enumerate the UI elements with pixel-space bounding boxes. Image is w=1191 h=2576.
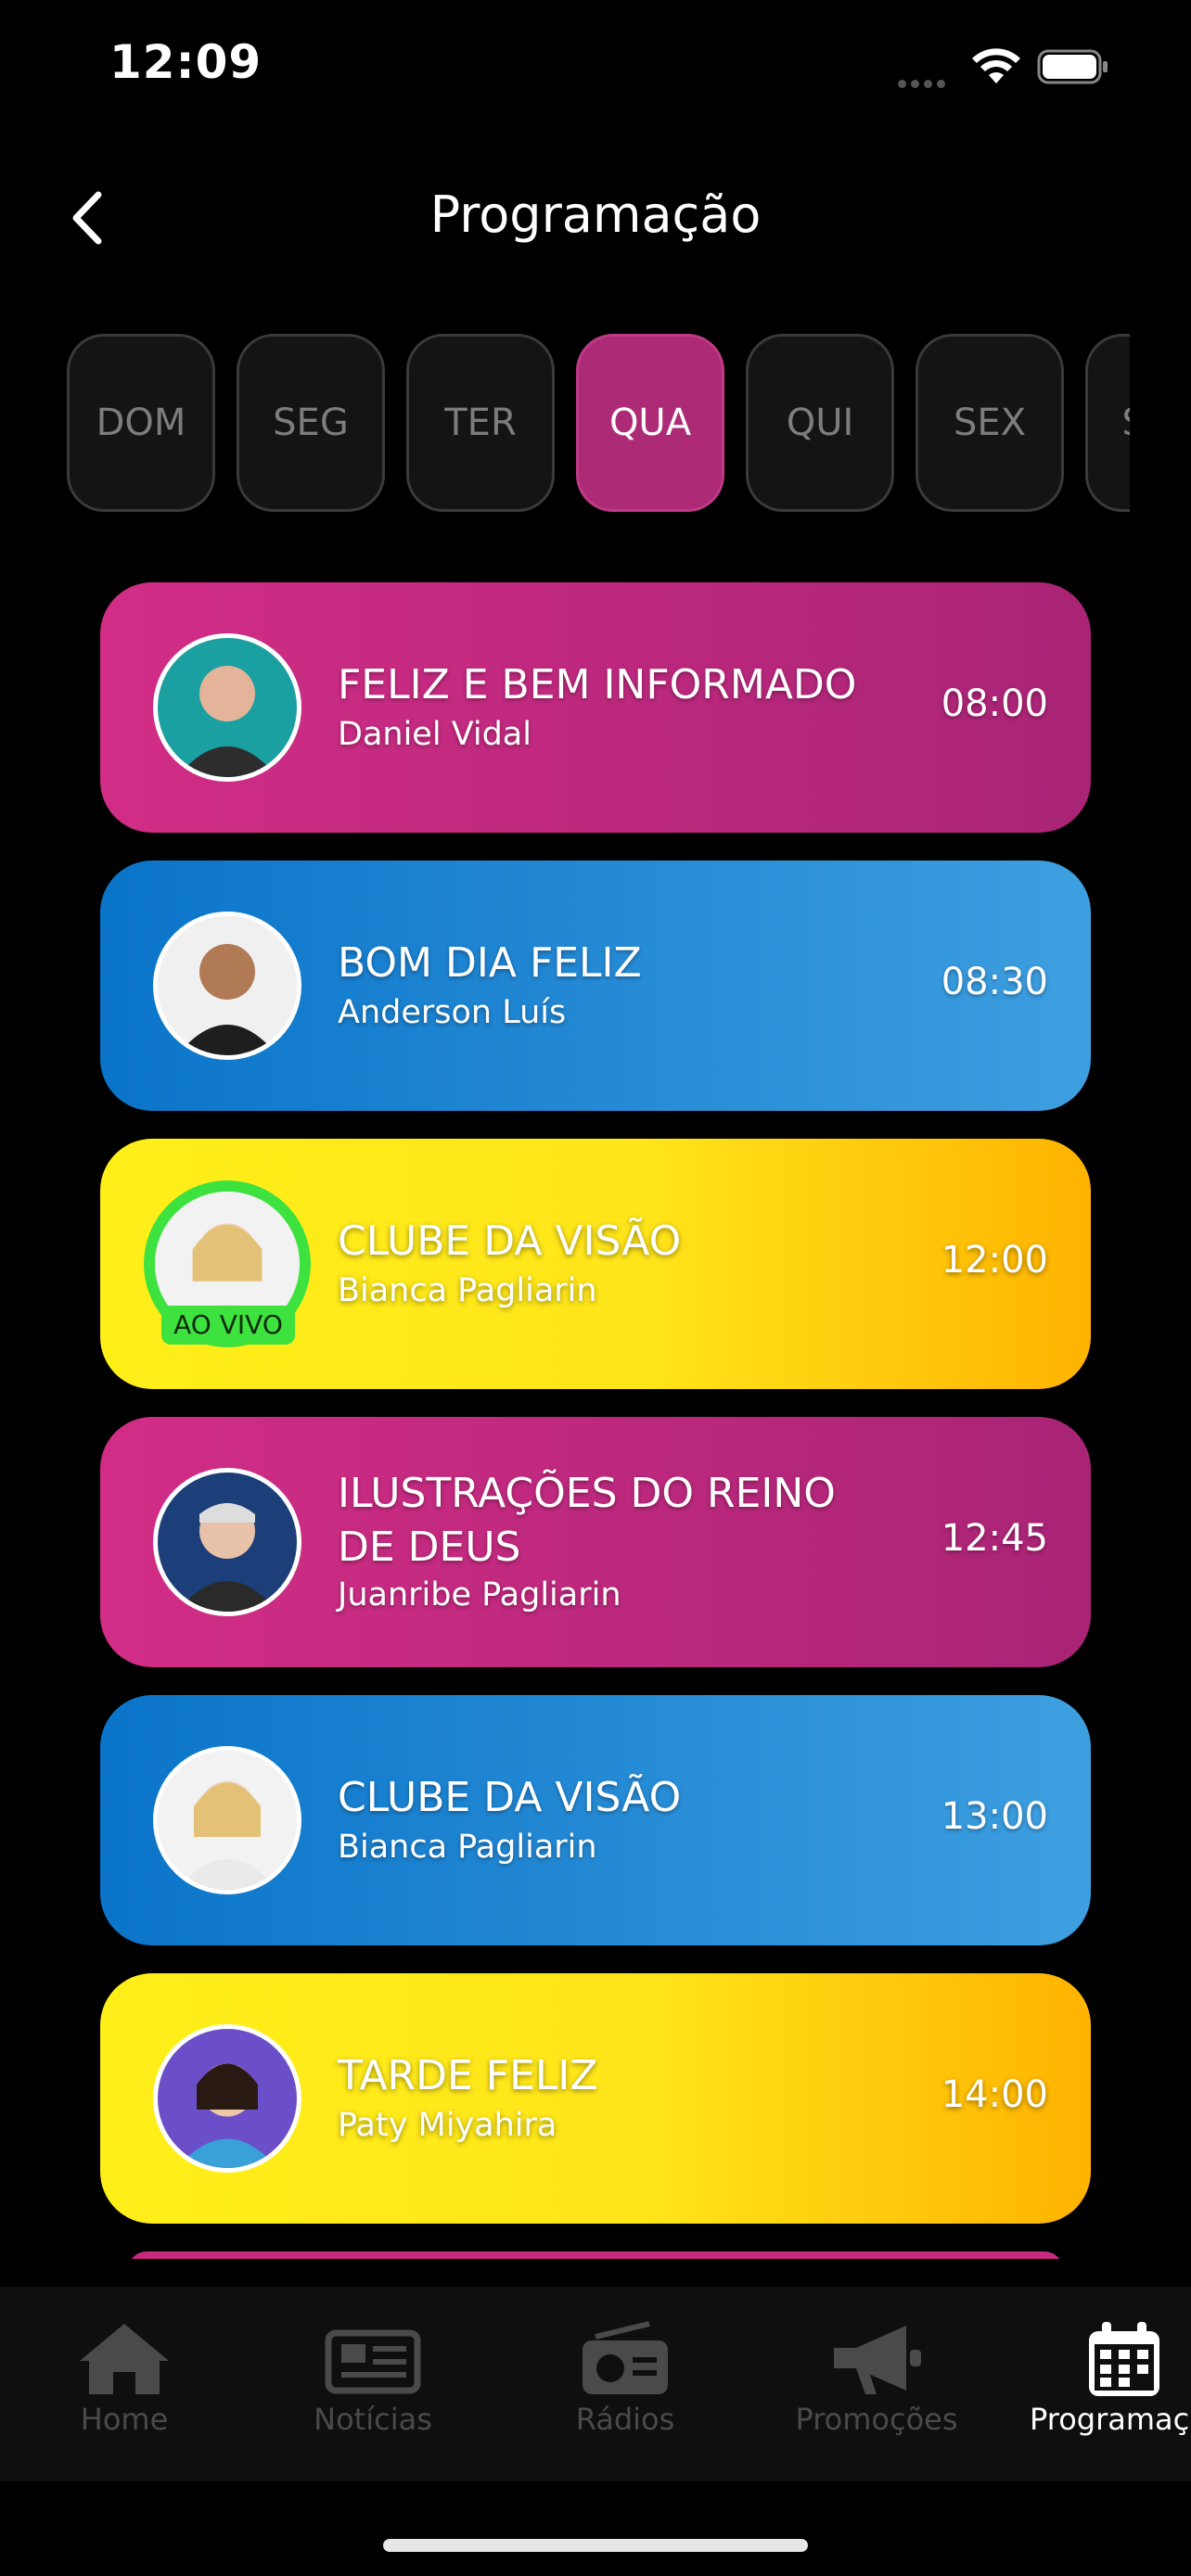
battery-icon	[1037, 49, 1108, 84]
live-badge: AO VIVO	[161, 1306, 295, 1345]
radio-icon	[583, 2321, 668, 2394]
host-avatar	[153, 1468, 301, 1616]
program-title: BOM DIA FELIZ	[338, 939, 642, 987]
tab-label: Programação	[1030, 2402, 1191, 2437]
program-time: 13:00	[941, 1795, 1048, 1838]
cellular-signal-icon	[898, 74, 950, 92]
host-avatar	[153, 912, 301, 1060]
page-title: Programação	[429, 185, 762, 244]
program-time: 08:30	[941, 961, 1048, 1003]
home-icon	[80, 2324, 169, 2394]
tab-label: Promoções	[795, 2402, 958, 2437]
program-host: Juanribe Pagliarin	[338, 1576, 621, 1613]
tab-noticias[interactable]: Notícias	[282, 2287, 464, 2444]
program-card[interactable]: BOM DIA FELIZ Anderson Luís 08:30	[100, 861, 1091, 1111]
day-tab-dom[interactable]: DOM	[67, 334, 215, 512]
program-card[interactable]: TARDE FELIZ Paty Miyahira 14:00	[100, 1973, 1091, 2224]
program-list: FELIZ E BEM INFORMADO Daniel Vidal 08:00…	[100, 582, 1091, 2259]
home-indicator	[383, 2539, 808, 2552]
megaphone-icon	[834, 2326, 921, 2394]
program-title: CLUBE DA VISÃO	[338, 1774, 682, 1821]
program-title: ILUSTRAÇÕES DO REINO DE DEUS	[338, 1470, 836, 1571]
program-card-partial[interactable]	[128, 2251, 1063, 2259]
host-avatar	[153, 2024, 301, 2173]
tab-promocoes[interactable]: Promoções	[779, 2287, 974, 2444]
program-title: TARDE FELIZ	[338, 2052, 598, 2099]
program-host: Daniel Vidal	[338, 716, 531, 753]
status-time: 12:09	[109, 35, 263, 89]
day-tab-ter[interactable]: TER	[406, 334, 555, 512]
program-card[interactable]: FELIZ E BEM INFORMADO Daniel Vidal 08:00	[100, 582, 1091, 833]
program-time: 14:00	[941, 2073, 1048, 2116]
program-host: Bianca Pagliarin	[338, 1272, 597, 1309]
day-tab-sab[interactable]: SAB	[1085, 334, 1130, 512]
program-host: Bianca Pagliarin	[338, 1829, 597, 1866]
program-title: FELIZ E BEM INFORMADO	[338, 661, 857, 708]
day-tab-seg[interactable]: SEG	[237, 334, 385, 512]
program-card[interactable]: AO VIVO CLUBE DA VISÃO Bianca Pagliarin …	[100, 1139, 1091, 1389]
wifi-icon	[972, 48, 1020, 83]
newspaper-icon	[325, 2329, 421, 2394]
program-time: 12:00	[941, 1239, 1048, 1282]
tab-bar: Home Notícias Rádios Promoções Programaç	[0, 2287, 1191, 2481]
program-host: Paty Miyahira	[338, 2107, 557, 2144]
program-host: Anderson Luís	[338, 994, 567, 1031]
day-selector: DOM SEG TER QUA QUI SEX SAB	[67, 334, 1130, 516]
host-avatar	[153, 633, 301, 782]
tab-radios[interactable]: Rádios	[534, 2287, 716, 2444]
day-tab-qui[interactable]: QUI	[746, 334, 894, 512]
program-card[interactable]: CLUBE DA VISÃO Bianca Pagliarin 13:00	[100, 1695, 1091, 1945]
tab-programacao[interactable]: Programação	[1028, 2287, 1191, 2444]
tab-label: Rádios	[575, 2402, 675, 2437]
calendar-icon	[1089, 2322, 1159, 2396]
program-card[interactable]: ILUSTRAÇÕES DO REINO DE DEUS Juanribe Pa…	[100, 1417, 1091, 1667]
program-time: 12:45	[941, 1517, 1048, 1560]
tab-label: Notícias	[314, 2402, 432, 2437]
tab-label: Home	[80, 2402, 169, 2437]
day-tab-qua[interactable]: QUA	[576, 334, 724, 512]
host-avatar	[153, 1746, 301, 1894]
program-time: 08:00	[941, 682, 1048, 725]
status-bar: 12:09	[0, 0, 1191, 139]
program-title: CLUBE DA VISÃO	[338, 1218, 682, 1265]
tab-home[interactable]: Home	[33, 2287, 215, 2444]
day-tab-sex[interactable]: SEX	[916, 334, 1064, 512]
